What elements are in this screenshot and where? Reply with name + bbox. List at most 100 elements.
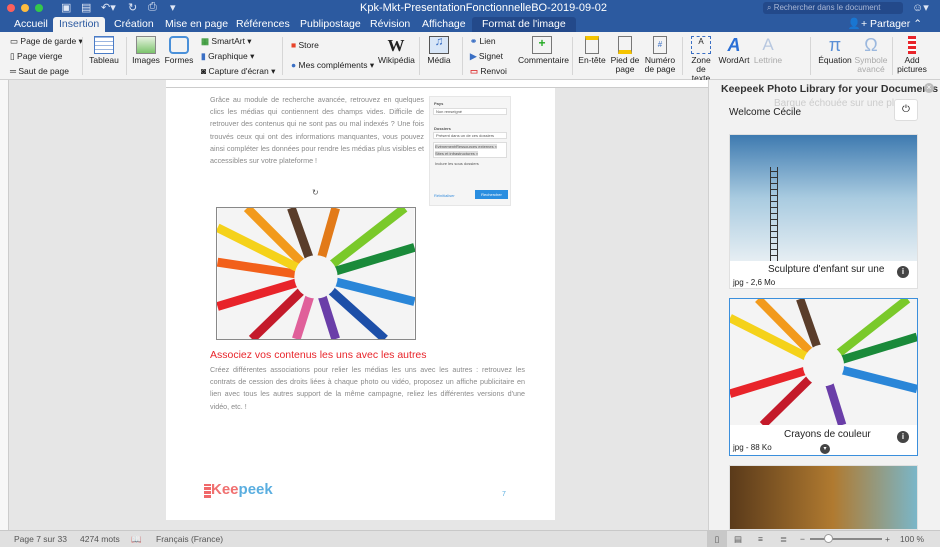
print-layout-icon[interactable]: ▯ bbox=[707, 531, 727, 547]
numero-de-page-button[interactable]: # Numéro de page bbox=[643, 36, 677, 74]
save-icon[interactable]: ▤ bbox=[81, 1, 91, 14]
chevron-down-icon[interactable]: ▾ bbox=[820, 444, 830, 454]
label: Add pictures bbox=[897, 55, 927, 74]
equation-button[interactable]: π Équation bbox=[818, 36, 852, 65]
pied-de-page-button[interactable]: Pied de page bbox=[610, 36, 640, 74]
divider bbox=[810, 37, 811, 75]
label: Page de garde bbox=[20, 36, 77, 46]
smiley-icon[interactable]: ☺▾ bbox=[912, 1, 929, 14]
media-card[interactable]: Sculpture d'enfant sur une jpg - 2,6 Mo … bbox=[729, 134, 918, 289]
logout-button[interactable]: ⏻ bbox=[894, 99, 918, 121]
label: Signet bbox=[478, 51, 504, 61]
search-screenshot: Pays Non renseigné Dossiers Présent dans… bbox=[429, 96, 511, 206]
info-icon[interactable]: i bbox=[897, 431, 909, 443]
word-count[interactable]: 4274 mots bbox=[80, 531, 120, 547]
page-vierge-button[interactable]: ▯ Page vierge bbox=[10, 51, 62, 62]
media-card[interactable] bbox=[729, 465, 918, 530]
page-de-garde-button[interactable]: ▭ Page de garde ▾ bbox=[10, 36, 83, 47]
divider bbox=[572, 37, 573, 75]
wikipedia-button[interactable]: W Wikipédia bbox=[378, 36, 415, 65]
web-layout-icon[interactable]: ▤ bbox=[734, 531, 742, 547]
undo-icon[interactable]: ↶▾ bbox=[101, 1, 116, 14]
card-meta: jpg - 2,6 Mo bbox=[733, 278, 776, 287]
zoom-in-button[interactable]: + bbox=[885, 531, 890, 547]
tab-creation[interactable]: Création bbox=[108, 17, 160, 32]
signet-button[interactable]: ▶ Signet bbox=[470, 51, 503, 62]
rotate-handle[interactable]: ↻ bbox=[312, 188, 319, 197]
customize-icon[interactable]: ▾ bbox=[170, 1, 176, 14]
renvoi-button[interactable]: ▭ Renvoi bbox=[470, 66, 507, 77]
vertical-ruler[interactable] bbox=[0, 80, 9, 530]
tab-accueil[interactable]: Accueil bbox=[8, 17, 54, 32]
minimize-button[interactable] bbox=[21, 4, 29, 12]
info-icon[interactable]: i bbox=[897, 266, 909, 278]
print-icon[interactable]: ⎙ bbox=[148, 1, 157, 14]
label: Numéro de page bbox=[644, 55, 676, 74]
panel-title: Keepeek Photo Library for your Documents bbox=[721, 83, 939, 95]
panel-close-icon[interactable]: × bbox=[924, 83, 934, 93]
graphique-button[interactable]: ▮ Graphique ▾ bbox=[201, 51, 254, 62]
close-button[interactable] bbox=[7, 4, 15, 12]
tab-format-image[interactable]: Format de l'image bbox=[472, 17, 576, 32]
zoom-slider-thumb[interactable] bbox=[824, 534, 833, 543]
commentaire-button[interactable]: + Commentaire bbox=[518, 36, 570, 65]
language[interactable]: Français (France) bbox=[156, 531, 223, 547]
tab-insertion[interactable]: Insertion bbox=[53, 17, 106, 32]
wordart-button[interactable]: A WordArt bbox=[718, 36, 750, 65]
media-card-selected[interactable]: Crayons de couleur jpg - 88 Ko i ▾ bbox=[728, 295, 919, 456]
zoom-out-button[interactable]: − bbox=[800, 531, 805, 547]
redo-icon[interactable]: ↻ bbox=[128, 1, 137, 14]
tab-references[interactable]: Références bbox=[230, 17, 296, 32]
keepeek-icon bbox=[908, 36, 916, 54]
search-placeholder: Rechercher dans le document bbox=[773, 3, 881, 12]
omega-icon: Ω bbox=[864, 35, 878, 55]
mini-label: Dossiers bbox=[434, 126, 451, 131]
formes-button[interactable]: Formes bbox=[164, 36, 194, 65]
label: Mes compléments bbox=[298, 60, 368, 70]
header-icon bbox=[585, 36, 599, 54]
zone-de-texte-button[interactable]: A Zone de texte bbox=[686, 36, 716, 83]
store-button[interactable]: ■ Store bbox=[291, 40, 319, 50]
sidebar-icon[interactable]: ▣ bbox=[61, 1, 71, 14]
add-pictures-button[interactable]: Add pictures bbox=[895, 36, 929, 74]
label: SmartArt bbox=[211, 36, 245, 46]
pencils-image[interactable] bbox=[216, 207, 416, 340]
horizontal-ruler[interactable] bbox=[166, 80, 708, 88]
tab-affichage[interactable]: Affichage bbox=[416, 17, 472, 32]
zoom-slider[interactable] bbox=[810, 538, 882, 540]
share-button[interactable]: 👤+ Partager ⌃ bbox=[848, 17, 922, 32]
divider bbox=[126, 37, 127, 75]
tab-revision[interactable]: Révision bbox=[364, 17, 416, 32]
lien-button[interactable]: ⚭ Lien bbox=[470, 36, 496, 47]
search-input[interactable]: ⌕ Rechercher dans le document bbox=[763, 2, 903, 14]
shapes-icon bbox=[169, 36, 189, 54]
tableau-button[interactable]: Tableau bbox=[88, 36, 120, 65]
zoom-button[interactable] bbox=[35, 4, 43, 12]
draft-icon[interactable]: ≣ bbox=[780, 531, 787, 547]
en-tete-button[interactable]: En-tête bbox=[577, 36, 607, 65]
tab-mise-en-page[interactable]: Mise en page bbox=[159, 17, 234, 32]
smartart-button[interactable]: ▦ SmartArt ▾ bbox=[201, 36, 252, 47]
outline-icon[interactable]: ≡ bbox=[758, 531, 763, 547]
document-page[interactable]: Grâce au module de recherche avancée, re… bbox=[166, 88, 555, 520]
label: Tableau bbox=[89, 55, 119, 65]
page-count[interactable]: Page 7 sur 33 bbox=[14, 531, 67, 547]
image-icon bbox=[136, 36, 156, 54]
tab-publipostage[interactable]: Publipostage bbox=[294, 17, 367, 32]
media-button[interactable]: ♫ Média bbox=[424, 35, 454, 65]
label: Commentaire bbox=[518, 55, 570, 65]
keepeek-logo: Keepeek bbox=[204, 481, 273, 498]
welcome-text: Welcome Cécile bbox=[729, 107, 802, 118]
label: Lien bbox=[479, 36, 496, 46]
saut-de-page-button[interactable]: ═ Saut de page bbox=[10, 66, 69, 76]
mes-complements-button[interactable]: ● Mes compléments ▾ bbox=[291, 60, 374, 71]
zoom-level[interactable]: 100 % bbox=[900, 531, 924, 547]
capture-button[interactable]: ◙ Capture d'écran ▾ bbox=[201, 66, 275, 77]
images-button[interactable]: Images bbox=[131, 36, 161, 65]
mini-tag: Sites et infrastructures × bbox=[435, 151, 479, 156]
proofing-icon[interactable]: 📖 bbox=[131, 531, 142, 547]
mini-tag: Ressources externes × bbox=[456, 144, 498, 149]
symbole-button[interactable]: Ω Symbole avancé bbox=[854, 36, 888, 74]
label: En-tête bbox=[578, 55, 606, 65]
label: Équation bbox=[818, 55, 852, 65]
